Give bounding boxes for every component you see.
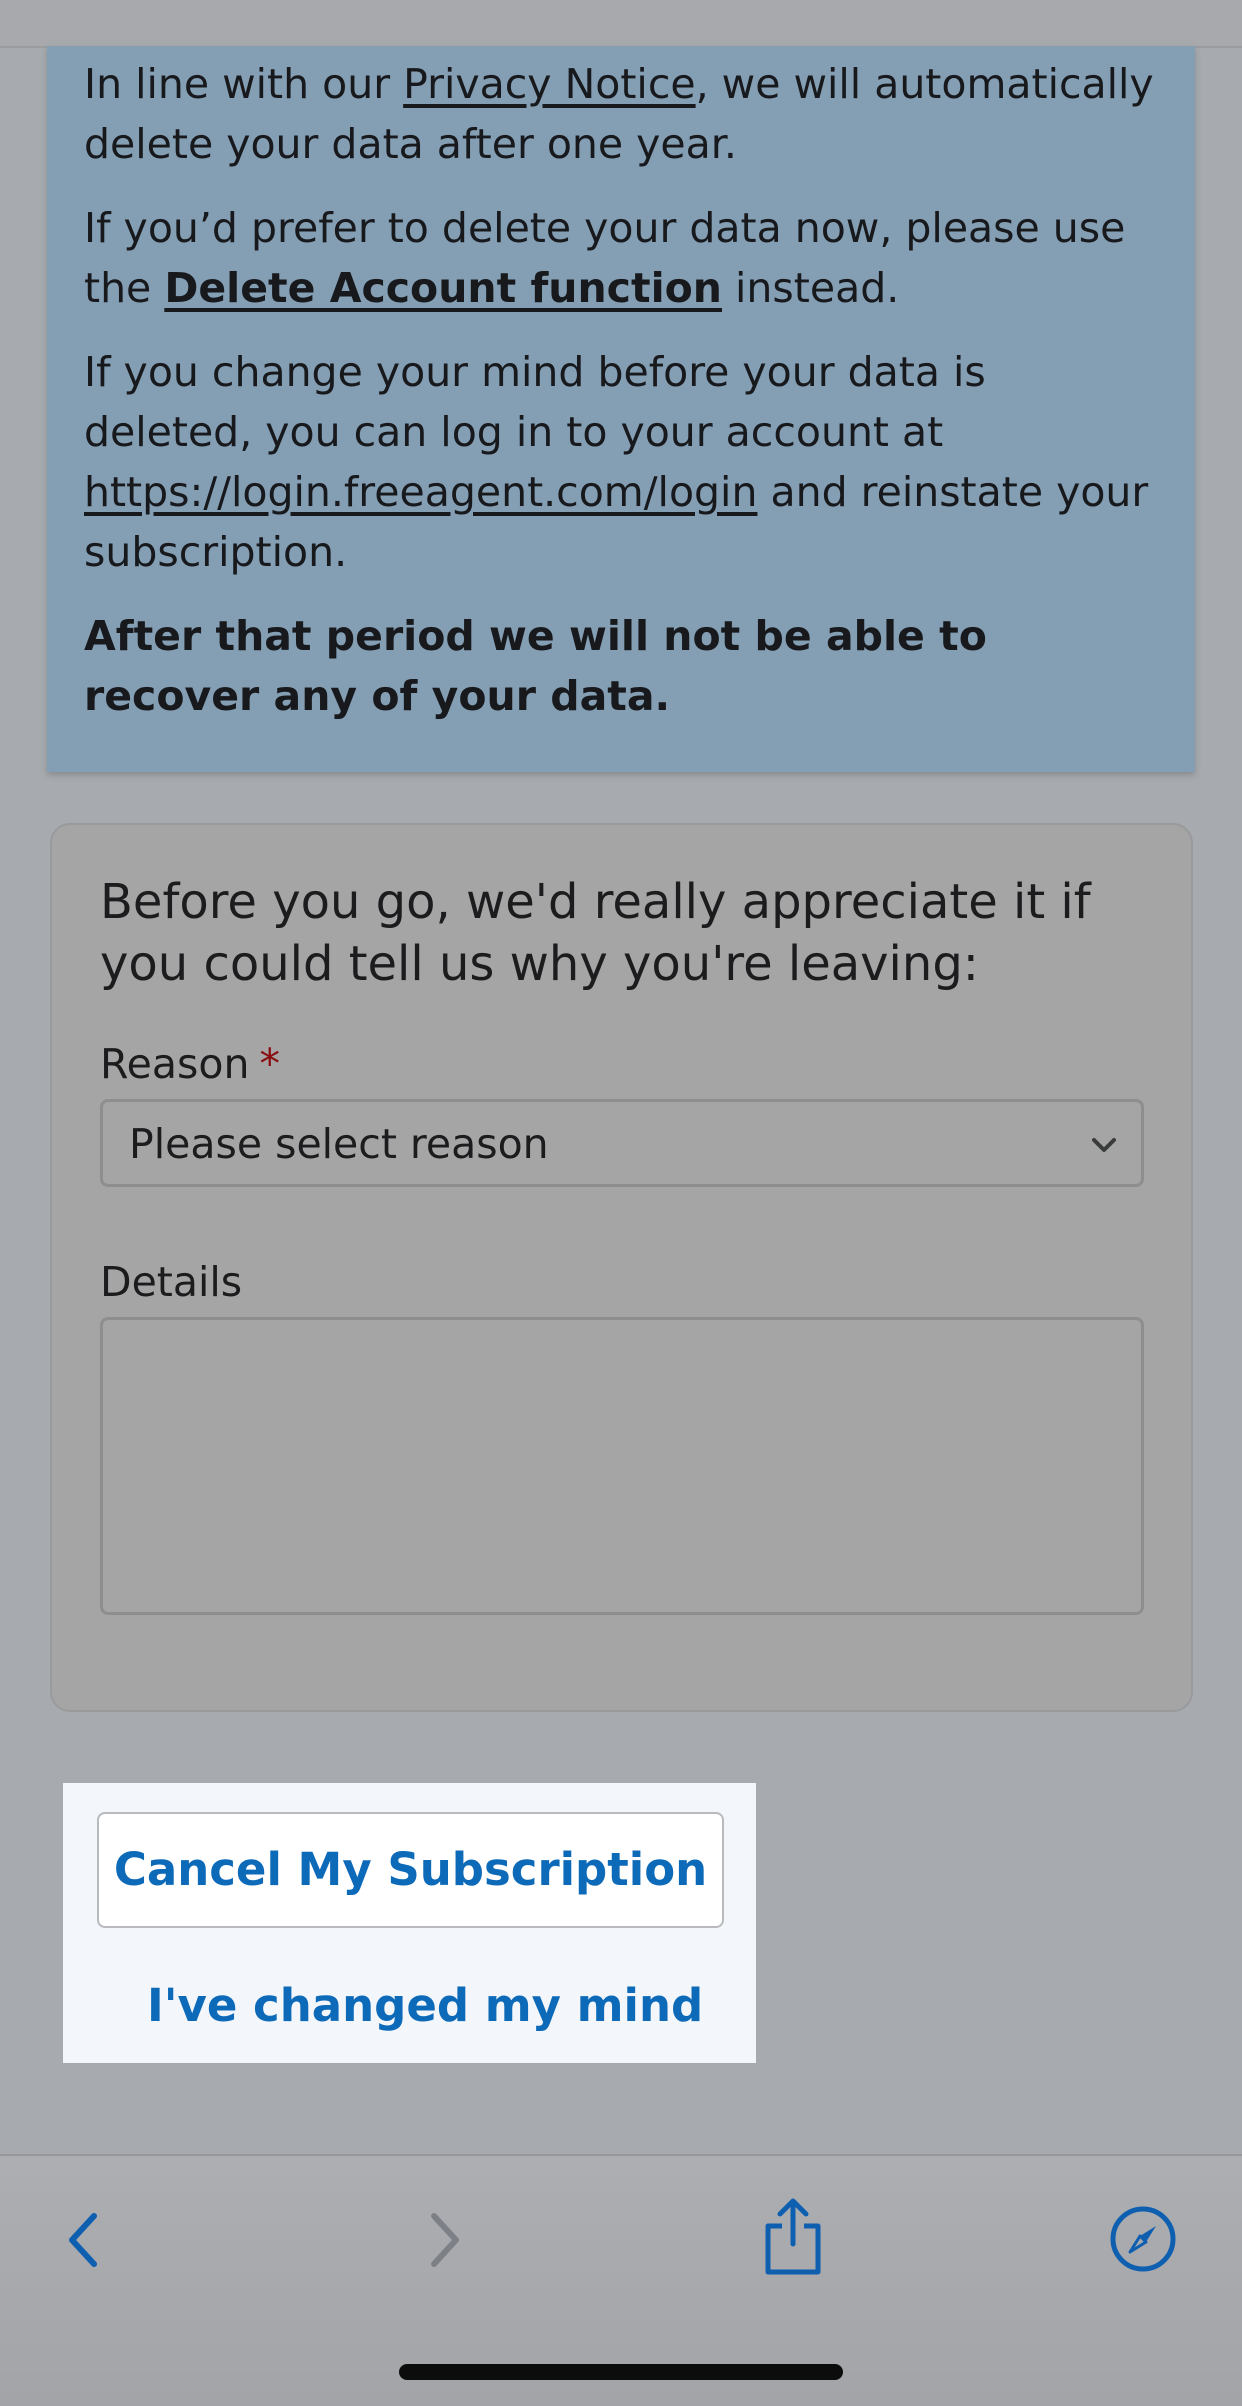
home-indicator [399, 2364, 843, 2380]
reason-label: Reason * [100, 1039, 280, 1089]
changed-mind-link[interactable]: I've changed my mind [147, 1978, 703, 2034]
browser-top-strip [0, 0, 1242, 48]
notice-text: In line with our [84, 60, 404, 108]
privacy-notice-link[interactable]: Privacy Notice [403, 60, 695, 108]
notice-paragraph-privacy: In line with our Privacy Notice, we will… [84, 54, 1159, 174]
form-intro-text: Before you go, we'd really appreciate it… [100, 874, 1091, 992]
notice-text: If you change your mind before your data… [84, 348, 986, 456]
cancel-subscription-button[interactable]: Cancel My Subscription [97, 1812, 724, 1928]
details-textarea[interactable] [100, 1317, 1144, 1615]
leaving-reason-form: Before you go, we'd really appreciate it… [50, 823, 1193, 1712]
reason-label-text: Reason [100, 1040, 250, 1088]
share-icon[interactable] [758, 2194, 828, 2278]
notice-warning: After that period we will not be able to… [84, 612, 987, 720]
required-marker: * [259, 1040, 280, 1088]
reason-select-value: Please select reason [129, 1120, 549, 1168]
reason-select[interactable]: Please select reason [100, 1099, 1144, 1187]
delete-account-link[interactable]: Delete Account function [164, 264, 722, 312]
notice-text: instead. [722, 264, 900, 312]
forward-chevron-icon[interactable] [422, 2208, 468, 2272]
details-label: Details [100, 1258, 243, 1306]
chevron-down-icon [1092, 1138, 1116, 1152]
compass-icon[interactable] [1108, 2204, 1178, 2274]
data-retention-notice: In line with our Privacy Notice, we will… [47, 46, 1195, 772]
action-panel: Cancel My Subscription I've changed my m… [63, 1783, 756, 2063]
notice-paragraph-reinstate: If you change your mind before your data… [84, 342, 1159, 582]
back-chevron-icon[interactable] [62, 2208, 108, 2272]
login-url-link[interactable]: https://login.freeagent.com/login [84, 468, 757, 516]
notice-paragraph-delete: If you’d prefer to delete your data now,… [84, 198, 1159, 318]
